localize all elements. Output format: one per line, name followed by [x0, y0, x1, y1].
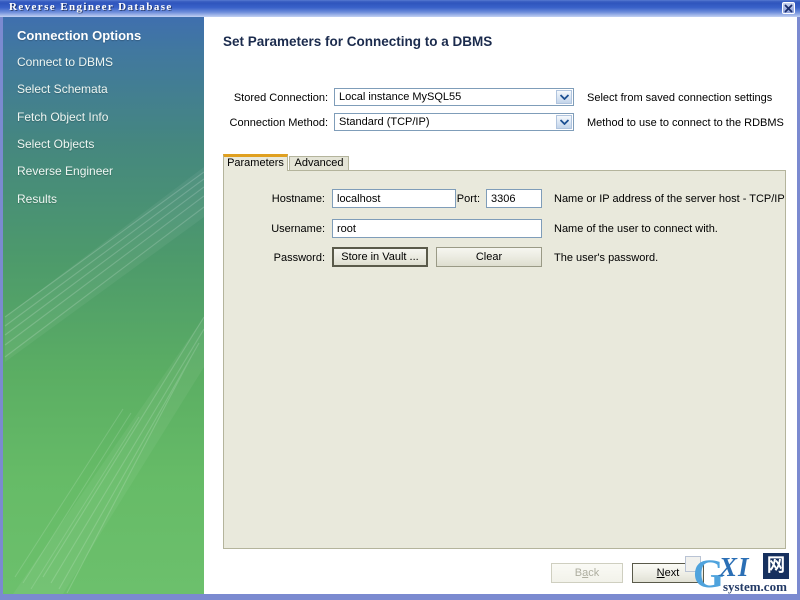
sidebar-item-fetch-object-info[interactable]: Fetch Object Info: [17, 110, 108, 124]
stored-connection-label: Stored Connection:: [233, 92, 328, 104]
connection-method-value: Standard (TCP/IP): [339, 116, 430, 128]
chevron-down-icon[interactable]: [556, 90, 572, 104]
window-title: Reverse Engineer Database: [9, 1, 173, 13]
page-title: Set Parameters for Connecting to a DBMS: [223, 34, 493, 49]
tab-advanced[interactable]: Advanced: [289, 156, 349, 171]
password-label: Password:: [273, 252, 325, 264]
hostname-label: Hostname:: [271, 193, 325, 205]
sidebar-item-select-schemata[interactable]: Select Schemata: [17, 82, 108, 96]
wizard-window: Reverse Engineer Database Connection Opt…: [0, 0, 800, 600]
parameters-panel: Hostname: localhost Port: 3306 Name or I…: [223, 170, 786, 549]
sidebar-item-connection-options[interactable]: Connection Options: [17, 28, 141, 43]
username-value: root: [337, 223, 356, 235]
clear-password-button[interactable]: Clear: [436, 247, 542, 267]
chevron-down-icon[interactable]: [556, 115, 572, 129]
port-input[interactable]: 3306: [486, 189, 542, 208]
sidebar-item-select-objects[interactable]: Select Objects: [17, 137, 94, 151]
connection-method-select[interactable]: Standard (TCP/IP): [334, 113, 574, 131]
next-button-suffix: ext: [664, 567, 680, 579]
close-icon[interactable]: [782, 2, 795, 14]
hostname-hint: Name or IP address of the server host - …: [554, 193, 786, 205]
sidebar-item-results[interactable]: Results: [17, 192, 57, 206]
back-button-prefix: B: [574, 567, 583, 579]
password-hint: The user's password.: [554, 252, 659, 264]
content-area: Set Parameters for Connecting to a DBMS …: [204, 17, 797, 594]
next-button-accel: N: [656, 567, 665, 579]
hostname-value: localhost: [337, 193, 381, 205]
sidebar-decoration: [4, 167, 204, 594]
port-value: 3306: [491, 193, 516, 205]
username-input[interactable]: root: [332, 219, 542, 238]
stored-connection-value: Local instance MySQL55: [339, 91, 462, 103]
connection-method-label: Connection Method:: [229, 117, 328, 129]
port-label: Port:: [456, 193, 480, 205]
back-button-suffix: ck: [588, 567, 600, 579]
sidebar-item-connect-to-dbms[interactable]: Connect to DBMS: [17, 55, 113, 69]
stored-connection-select[interactable]: Local instance MySQL55: [334, 88, 574, 106]
sidebar: Connection Options Connect to DBMS Selec…: [3, 17, 204, 594]
sidebar-item-reverse-engineer[interactable]: Reverse Engineer: [17, 164, 113, 178]
tab-parameters[interactable]: Parameters: [223, 154, 288, 171]
title-bar: Reverse Engineer Database: [0, 0, 800, 17]
username-label: Username:: [271, 223, 325, 235]
back-button[interactable]: Back: [551, 563, 623, 583]
stored-connection-hint: Select from saved connection settings: [587, 92, 773, 104]
connection-method-hint: Method to use to connect to the RDBMS: [587, 117, 784, 129]
username-hint: Name of the user to connect with.: [554, 223, 718, 235]
store-in-vault-button[interactable]: Store in Vault ...: [332, 247, 428, 267]
hostname-input[interactable]: localhost: [332, 189, 456, 208]
next-button[interactable]: Next: [632, 563, 704, 583]
